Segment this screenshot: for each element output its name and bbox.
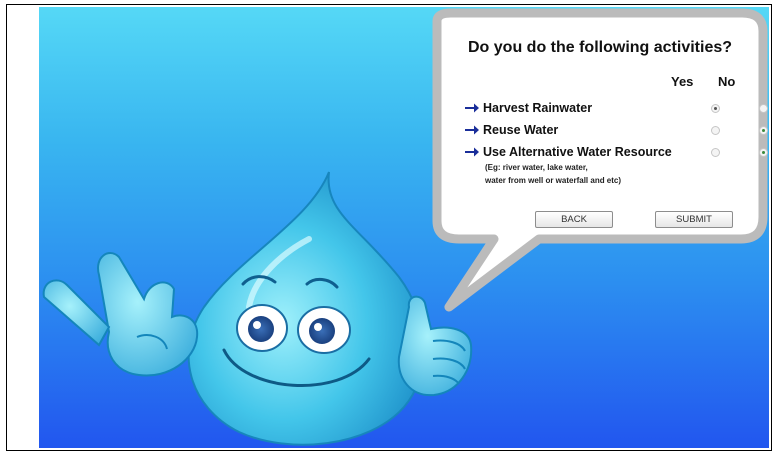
radio-reuse-yes[interactable] bbox=[711, 126, 720, 135]
radio-reuse-no[interactable] bbox=[759, 126, 768, 135]
question-row-reuse: Reuse Water bbox=[464, 121, 558, 139]
question-panel: Do you do the following activities? Yes … bbox=[434, 17, 768, 228]
arrow-right-icon bbox=[465, 103, 479, 113]
column-header-no: No bbox=[718, 74, 736, 89]
question-row-harvest: Harvest Rainwater bbox=[464, 99, 592, 117]
column-header-yes: Yes bbox=[671, 74, 694, 89]
example-note-line-1: (Eg: river water, lake water, bbox=[485, 163, 588, 172]
question-title: Do you do the following activities? bbox=[468, 39, 733, 56]
example-note-line-2: water from well or waterfall and etc) bbox=[485, 176, 622, 185]
question-label: Use Alternative Water Resource bbox=[483, 145, 672, 159]
submit-button[interactable]: SUBMIT bbox=[655, 211, 733, 228]
scene-background: Do you do the following activities? Yes … bbox=[39, 7, 769, 448]
question-label: Reuse Water bbox=[483, 123, 559, 137]
arrow-right-icon bbox=[465, 147, 479, 157]
question-label: Harvest Rainwater bbox=[483, 101, 593, 115]
arrow-right-icon bbox=[465, 125, 479, 135]
radio-alternative-yes[interactable] bbox=[711, 148, 720, 157]
question-row-alternative: Use Alternative Water Resource bbox=[464, 143, 672, 161]
radio-alternative-no[interactable] bbox=[759, 148, 768, 157]
radio-harvest-yes[interactable] bbox=[711, 104, 720, 113]
page-frame: Do you do the following activities? Yes … bbox=[6, 4, 772, 451]
radio-harvest-no[interactable] bbox=[759, 104, 768, 113]
back-button[interactable]: BACK bbox=[535, 211, 613, 228]
